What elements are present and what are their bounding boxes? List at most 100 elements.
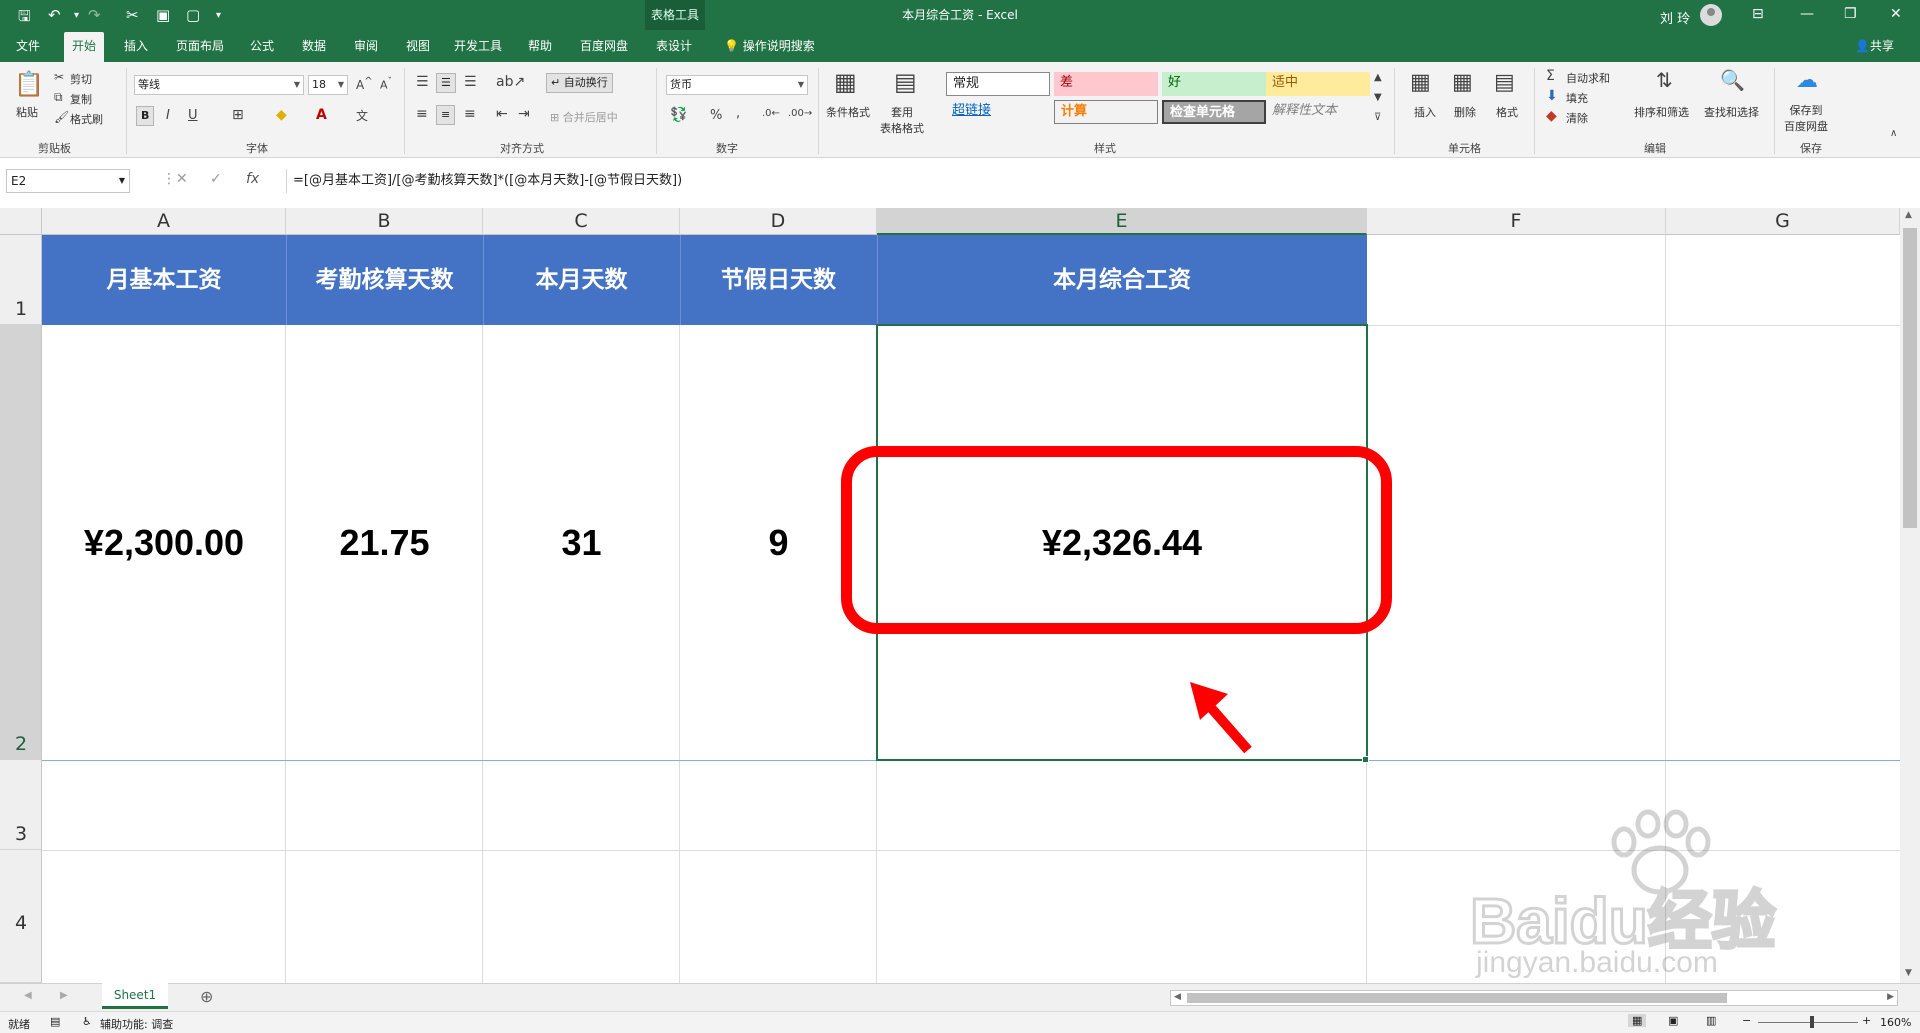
style-explanatory[interactable]: 解释性文本 <box>1266 100 1370 124</box>
enter-icon[interactable]: ✓ <box>210 171 222 187</box>
find-select-button[interactable]: 查找和选择 <box>1704 104 1759 120</box>
page-layout-view-icon[interactable]: ▣ <box>1668 1014 1678 1027</box>
tab-home[interactable]: 开始 <box>64 32 105 62</box>
styles-more-icon[interactable]: ⊽ <box>1374 112 1381 123</box>
fill-color-icon[interactable]: ◆ <box>276 107 287 123</box>
style-neutral[interactable]: 适中 <box>1266 72 1370 96</box>
styles-scroll-down-icon[interactable]: ▼ <box>1374 92 1382 103</box>
conditional-format-button[interactable]: 条件格式 <box>826 104 870 120</box>
border-icon[interactable]: ⊞ <box>232 107 244 123</box>
align-bottom-icon[interactable]: ☰ <box>464 74 477 90</box>
style-hyperlink[interactable]: 超链接 <box>946 100 1050 124</box>
style-check-cell[interactable]: 检查单元格 <box>1162 100 1266 124</box>
style-normal[interactable]: 常规 <box>946 72 1050 96</box>
zoom-slider-thumb[interactable] <box>1810 1016 1814 1028</box>
row-header-1[interactable]: 1 <box>0 235 42 325</box>
share-button[interactable]: 👤共享 <box>1855 30 1894 62</box>
formula-input[interactable]: =[@月基本工资]/[@考勤核算天数]*([@本月天数]-[@节假日天数]) <box>286 169 1906 193</box>
prev-sheet-icon[interactable]: ◀ <box>24 990 32 1001</box>
italic-icon[interactable]: I <box>166 108 170 123</box>
insert-cells-icon[interactable]: ▦ <box>1410 70 1431 95</box>
style-good[interactable]: 好 <box>1162 72 1266 96</box>
save-to-baidu-button[interactable]: 保存到 百度网盘 <box>1784 102 1828 134</box>
accounting-format-icon[interactable]: 💱 <box>670 107 687 123</box>
next-sheet-icon[interactable]: ▶ <box>60 990 68 1001</box>
fill-button[interactable]: 填充 <box>1566 90 1588 106</box>
format-painter-icon[interactable]: 🖌 <box>54 110 69 124</box>
tell-me-search[interactable]: 💡 操作说明搜索 <box>716 30 823 62</box>
bold-icon[interactable]: B <box>136 106 155 126</box>
find-select-icon[interactable]: 🔍 <box>1720 68 1745 92</box>
autosum-icon[interactable]: Σ <box>1546 68 1555 84</box>
format-cells-icon[interactable]: ▤ <box>1494 70 1515 95</box>
font-name-select[interactable]: 等线 ▼ <box>134 75 304 95</box>
zoom-in-icon[interactable]: + <box>1862 1014 1871 1027</box>
add-sheet-icon[interactable]: ⊕ <box>200 987 213 1006</box>
normal-view-icon[interactable]: ▦ <box>1628 1014 1647 1027</box>
row-header-3[interactable]: 3 <box>0 760 42 850</box>
table-format-button[interactable]: 套用 表格格式 <box>880 104 924 136</box>
accessibility-status[interactable]: 辅助功能: 调查 <box>100 1016 173 1032</box>
macro-record-icon[interactable]: ▤ <box>50 1015 60 1028</box>
align-top-icon[interactable]: ☰ <box>416 74 429 90</box>
tab-file[interactable]: 文件 <box>8 30 48 62</box>
clear-button[interactable]: 清除 <box>1566 110 1588 126</box>
table-header-a[interactable]: 月基本工资 <box>42 235 286 325</box>
cell-b2[interactable]: 21.75 <box>286 325 483 760</box>
clear-icon[interactable]: ◆ <box>1546 108 1557 124</box>
tab-formulas[interactable]: 公式 <box>242 30 282 62</box>
tab-data[interactable]: 数据 <box>294 30 334 62</box>
maximize-icon[interactable]: ❐ <box>1844 6 1857 22</box>
cell-a2[interactable]: ¥2,300.00 <box>42 325 286 760</box>
fill-handle[interactable] <box>1362 756 1369 763</box>
tab-baidu-netdisk[interactable]: 百度网盘 <box>572 30 636 62</box>
underline-icon[interactable]: U <box>188 108 198 123</box>
column-header-g[interactable]: G <box>1666 208 1900 235</box>
align-left-icon[interactable]: ≡ <box>416 106 428 122</box>
increase-font-icon[interactable]: A^ <box>356 76 373 92</box>
vertical-scrollbar[interactable]: ▲ ▼ <box>1900 208 1920 983</box>
tab-review[interactable]: 审阅 <box>346 30 386 62</box>
zoom-slider[interactable] <box>1758 1022 1858 1023</box>
percent-icon[interactable]: % <box>710 108 722 123</box>
increase-decimal-icon[interactable]: .0← <box>762 108 780 119</box>
format-painter-button[interactable]: 格式刷 <box>70 111 103 127</box>
column-header-c[interactable]: C <box>483 208 680 235</box>
accessibility-icon[interactable]: ♿ <box>82 1015 92 1028</box>
tab-insert[interactable]: 插入 <box>116 30 156 62</box>
name-box[interactable]: E2 ▼ <box>6 169 130 193</box>
decrease-indent-icon[interactable]: ⇤ <box>496 106 508 122</box>
scroll-left-icon[interactable]: ◀ <box>1174 992 1181 1002</box>
table-header-e[interactable]: 本月综合工资 <box>877 235 1367 325</box>
vertical-scroll-thumb[interactable] <box>1903 228 1917 528</box>
scroll-right-icon[interactable]: ▶ <box>1887 992 1894 1002</box>
delete-cells-icon[interactable]: ▦ <box>1452 70 1473 95</box>
fill-icon[interactable]: ⬇ <box>1546 88 1558 104</box>
conditional-format-icon[interactable]: ▦ <box>834 68 857 96</box>
style-bad[interactable]: 差 <box>1054 72 1158 96</box>
styles-scroll-up-icon[interactable]: ▲ <box>1374 72 1382 83</box>
column-header-b[interactable]: B <box>286 208 483 235</box>
column-header-e[interactable]: E <box>877 208 1367 235</box>
autosum-button[interactable]: 自动求和 <box>1566 70 1610 86</box>
paste-icon[interactable]: 📋 <box>14 70 44 98</box>
cancel-icon[interactable]: ✕ <box>176 171 188 187</box>
comma-style-icon[interactable]: , <box>736 106 740 121</box>
format-cells-button[interactable]: 格式 <box>1496 104 1518 120</box>
insert-function-icon[interactable]: fx <box>246 171 259 187</box>
column-header-a[interactable]: A <box>42 208 286 235</box>
scroll-down-icon[interactable]: ▼ <box>1905 968 1912 978</box>
column-header-d[interactable]: D <box>680 208 877 235</box>
cut-button[interactable]: 剪切 <box>70 71 92 87</box>
sort-filter-button[interactable]: 排序和筛选 <box>1634 104 1689 120</box>
select-all-corner[interactable] <box>0 208 42 235</box>
number-format-select[interactable]: 货币 ▼ <box>666 75 808 95</box>
phonetic-icon[interactable]: 文 <box>356 107 368 124</box>
ribbon-display-icon[interactable]: ⊟ <box>1752 6 1764 22</box>
align-center-icon[interactable]: ≡ <box>436 105 456 125</box>
scroll-up-icon[interactable]: ▲ <box>1905 210 1912 220</box>
page-break-view-icon[interactable]: ▥ <box>1706 1014 1716 1027</box>
orientation-icon[interactable]: ab↗ <box>496 74 525 90</box>
copy-button[interactable]: 复制 <box>70 91 92 107</box>
tab-table-design[interactable]: 表设计 <box>648 30 700 62</box>
